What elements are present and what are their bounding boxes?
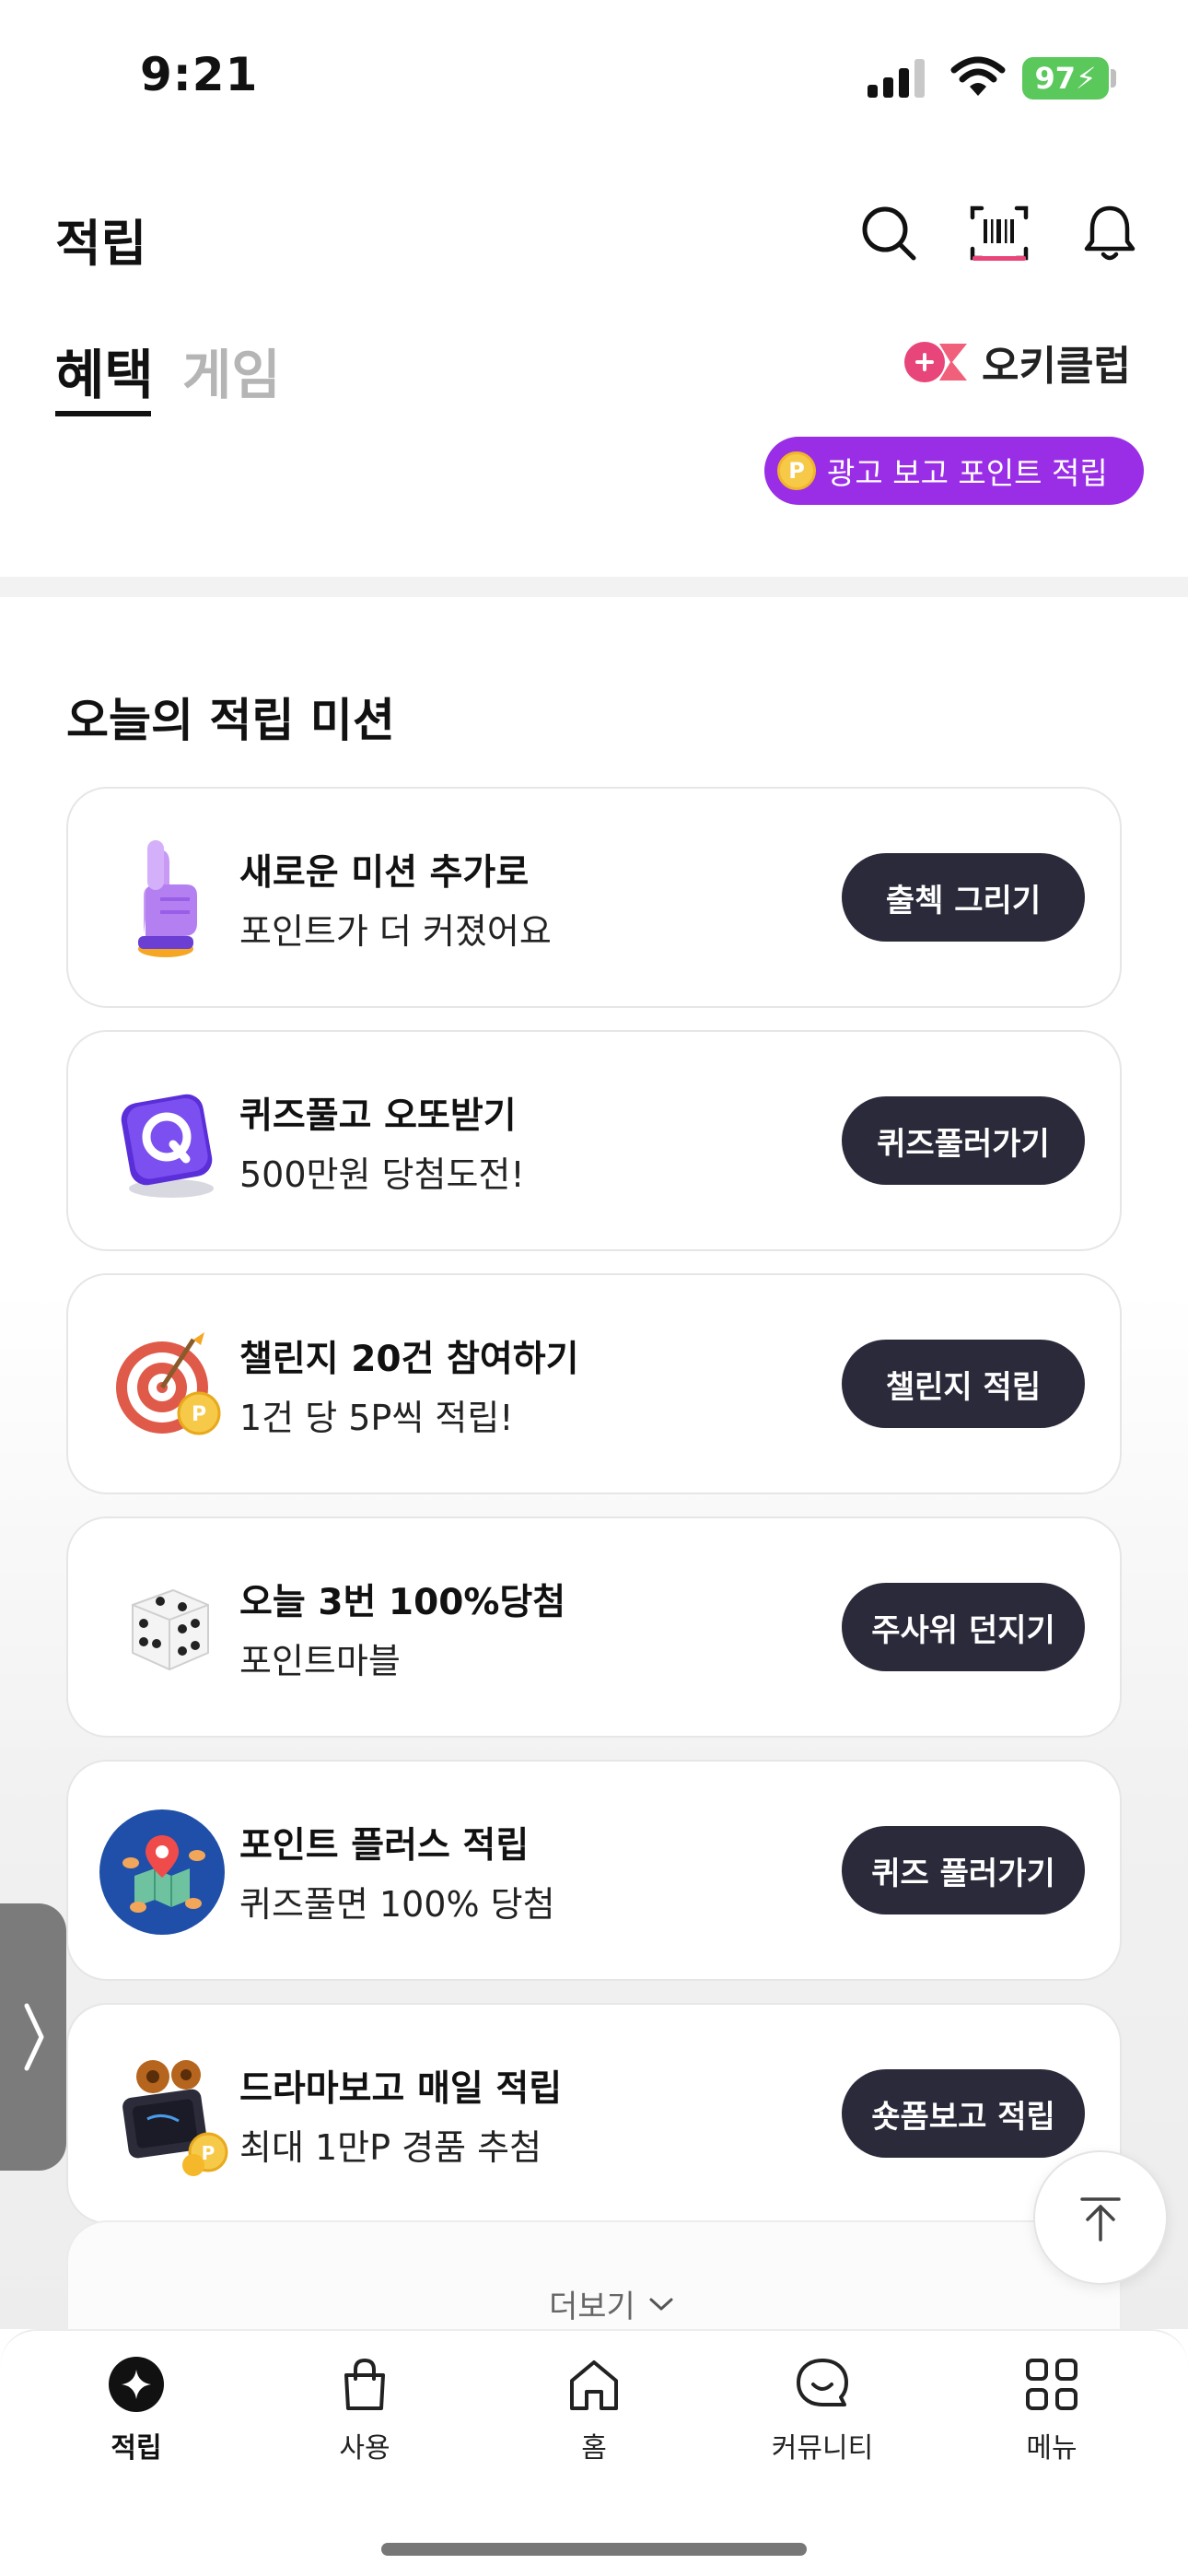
grid-menu-icon <box>1026 2359 1077 2410</box>
nav-label-menu: 메뉴 <box>1026 2432 1077 2465</box>
mission-title: 챌린지 20건 참여하기 <box>239 1339 579 1380</box>
tab-game[interactable]: 게임 <box>182 332 281 409</box>
point-coin-icon: P <box>777 451 816 490</box>
mission-card[interactable]: P 드라마보고 매일 적립 최대 1만P 경품 추첨 숏폼보고 적립 <box>66 2003 1122 2224</box>
mission-subtitle: 퀴즈풀면 100% 당첨 <box>239 1884 555 1925</box>
tab-benefit[interactable]: 혜택 <box>55 332 154 409</box>
nav-label-earn: 적립 <box>111 2432 162 2465</box>
svg-text:P: P <box>192 1403 206 1426</box>
battery-level: 97 <box>1034 61 1077 96</box>
mission-action-button[interactable]: 주사위 던지기 <box>842 1583 1085 1671</box>
chevron-right-icon <box>24 2003 44 2071</box>
home-indicator <box>381 2543 807 2556</box>
mission-action-button[interactable]: 숏폼보고 적립 <box>842 2069 1085 2158</box>
nav-item-menu[interactable]: 메뉴 <box>960 2355 1144 2465</box>
map-pin-globe-icon <box>99 1809 225 1935</box>
okclub-label: 오키클럽 <box>982 343 1131 390</box>
home-icon <box>570 2360 618 2410</box>
battery-tip <box>1111 69 1116 88</box>
mission-action-button[interactable]: 챌린지 적립 <box>842 1340 1085 1428</box>
nav-label-use: 사용 <box>339 2432 390 2465</box>
mission-card[interactable]: 오늘 3번 100%당첨 포인트마블 주사위 던지기 <box>66 1516 1122 1738</box>
chevron-down-icon <box>649 2298 673 2310</box>
mission-title: 오늘 3번 100%당첨 <box>239 1582 566 1623</box>
mission-subtitle: 포인트가 더 커졌어요 <box>239 911 552 952</box>
mission-card[interactable]: P 챌린지 20건 참여하기 1건 당 5P씩 적립! 챌린지 적립 <box>66 1273 1122 1494</box>
mission-subtitle: 포인트마블 <box>239 1641 401 1681</box>
section-divider <box>0 577 1188 597</box>
watch-ad-earn-points-button[interactable]: P 광고 보고 포인트 적립 <box>764 437 1144 505</box>
okclub-link[interactable]: 오키클럽 <box>903 330 1131 394</box>
nav-item-use[interactable]: 사용 <box>273 2355 457 2465</box>
okclub-logo-icon <box>904 342 967 382</box>
mission-title: 드라마보고 매일 적립 <box>239 2068 563 2110</box>
mission-card[interactable]: 포인트 플러스 적립 퀴즈풀면 100% 당첨 퀴즈 풀러가기 <box>66 1760 1122 1981</box>
status-time: 9:21 <box>140 48 259 101</box>
nav-item-community[interactable]: 커뮤니티 <box>730 2355 914 2465</box>
nav-item-home[interactable]: 홈 <box>502 2355 686 2465</box>
missions-title: 오늘의 적립 미션 <box>66 694 395 747</box>
nav-label-community: 커뮤니티 <box>771 2432 874 2465</box>
mission-subtitle: 500만원 당첨도전! <box>239 1154 525 1195</box>
bell-icon[interactable] <box>1077 201 1142 265</box>
side-drawer-handle[interactable] <box>0 1903 66 2171</box>
bottom-navigation: 적립 사용 홈 커뮤니티 메뉴 <box>0 2329 1188 2576</box>
nav-label-home: 홈 <box>581 2432 607 2465</box>
sparkle-coin-icon <box>109 2357 164 2412</box>
mission-card[interactable]: 퀴즈풀고 오또받기 500만원 당첨도전! 퀴즈풀러가기 <box>66 1030 1122 1251</box>
tab-active-indicator <box>55 411 151 416</box>
target-dart-icon: P <box>116 1332 221 1435</box>
mission-subtitle: 최대 1만P 경품 추첨 <box>239 2127 542 2168</box>
watch-ad-label: 광고 보고 포인트 적립 <box>827 455 1108 491</box>
dice-icon <box>132 1588 209 1671</box>
scroll-top-circle <box>1033 2150 1168 2285</box>
wifi-icon <box>950 56 1006 96</box>
mission-card[interactable]: 새로운 미션 추가로 포인트가 더 커졌어요 출첵 그리기 <box>66 787 1122 1008</box>
quiz-q-cube-icon <box>121 1094 214 1198</box>
nav-item-earn[interactable]: 적립 <box>44 2355 228 2465</box>
page-title: 적립 <box>55 215 147 273</box>
charging-bolt-icon: ⚡ <box>1076 61 1097 96</box>
pointing-hand-icon <box>138 840 197 957</box>
chat-bubble-icon <box>797 2359 848 2406</box>
scroll-to-top-button[interactable] <box>1033 2150 1188 2285</box>
battery-indicator: 97 ⚡ <box>1022 57 1109 100</box>
mission-title: 새로운 미션 추가로 <box>239 852 530 894</box>
mission-action-button[interactable]: 퀴즈풀러가기 <box>842 1096 1085 1185</box>
shopping-bag-icon <box>344 2358 385 2410</box>
status-bar: 9:21 97 ⚡ <box>0 0 1188 147</box>
mission-title: 포인트 플러스 적립 <box>239 1825 530 1867</box>
arrow-up-to-top-icon <box>1080 2197 1121 2242</box>
more-button[interactable]: 더보기 <box>549 2281 674 2326</box>
search-icon[interactable] <box>856 201 921 265</box>
barcode-scan-icon[interactable] <box>967 201 1031 265</box>
movie-camera-icon: P <box>122 2060 228 2176</box>
mission-action-button[interactable]: 출첵 그리기 <box>842 853 1085 942</box>
more-label: 더보기 <box>549 2289 635 2325</box>
mission-action-button[interactable]: 퀴즈 풀러가기 <box>842 1826 1085 1914</box>
cellular-signal-icon <box>868 59 925 98</box>
mission-title: 퀴즈풀고 오또받기 <box>239 1095 517 1137</box>
mission-subtitle: 1건 당 5P씩 적립! <box>239 1398 514 1438</box>
